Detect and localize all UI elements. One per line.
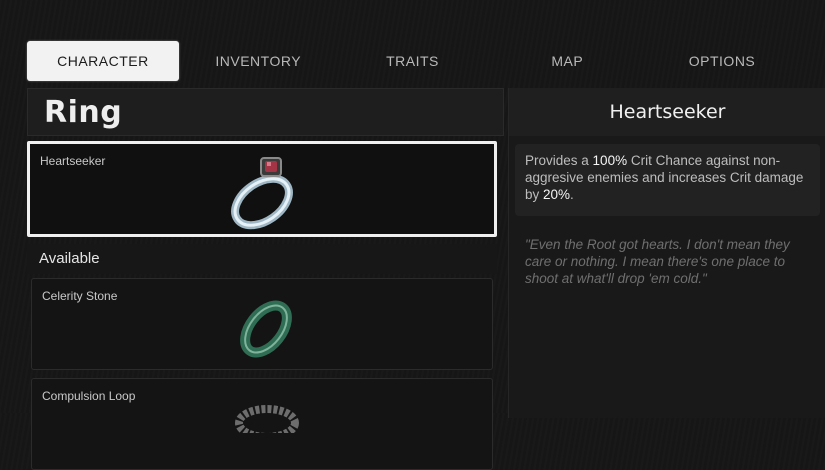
flavor-text: "Even the Root got hearts. I don't mean … xyxy=(525,237,790,286)
ring-name: Compulsion Loop xyxy=(42,389,136,403)
ring-name: Celerity Stone xyxy=(42,289,118,303)
green-band-ring-icon xyxy=(240,300,292,358)
crit-damage-value: 20% xyxy=(543,187,571,202)
list-item[interactable]: Compulsion Loop xyxy=(31,378,493,470)
tab-options[interactable]: OPTIONS xyxy=(647,41,797,81)
equipped-ring-name: Heartseeker xyxy=(40,154,106,168)
category-header: Ring xyxy=(27,88,504,136)
tab-inventory[interactable]: INVENTORY xyxy=(179,41,338,81)
equipped-ring-slot[interactable]: Heartseeker xyxy=(27,141,497,237)
item-description: Provides a 100% Crit Chance against non-… xyxy=(515,144,820,216)
twisted-metal-ring-icon xyxy=(235,405,299,433)
crit-chance-value: 100% xyxy=(592,153,628,168)
available-label: Available xyxy=(39,250,100,267)
ring-slot-panel: Ring Heartseeker Available Celerity Ston… xyxy=(27,88,504,470)
silver-ring-red-gem-icon xyxy=(231,157,293,230)
category-title: Ring xyxy=(44,95,123,130)
tab-traits[interactable]: TRAITS xyxy=(338,41,488,81)
tab-map[interactable]: MAP xyxy=(487,41,647,81)
top-tab-bar: CHARACTER INVENTORY TRAITS MAP OPTIONS xyxy=(27,41,797,81)
tab-character[interactable]: CHARACTER xyxy=(27,41,179,81)
item-details-panel: Heartseeker Provides a 100% Crit Chance … xyxy=(508,88,825,418)
item-title: Heartseeker xyxy=(509,88,825,136)
list-item[interactable]: Celerity Stone xyxy=(31,278,493,370)
